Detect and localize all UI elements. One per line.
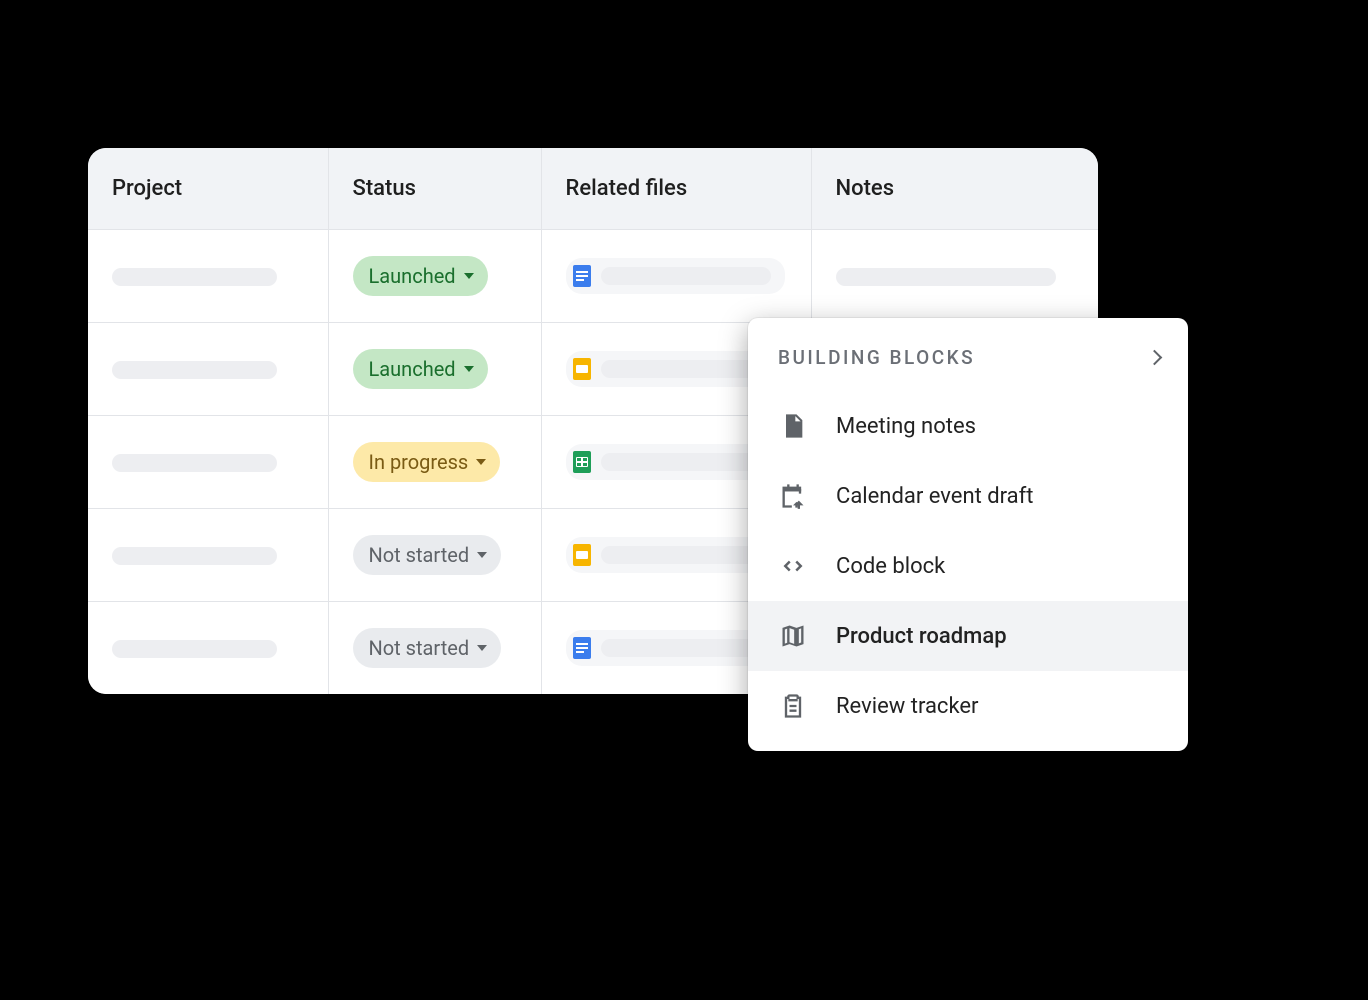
calendar-icon — [778, 481, 808, 511]
placeholder-text — [112, 454, 277, 472]
status-cell[interactable]: In progress — [328, 416, 541, 509]
menu-item-label: Product roadmap — [836, 624, 1007, 649]
chevron-right-icon[interactable] — [1147, 350, 1163, 366]
table-row: Launched — [88, 230, 1098, 323]
chevron-down-icon — [464, 366, 474, 372]
menu-item-label: Meeting notes — [836, 414, 976, 439]
placeholder-text — [112, 640, 277, 658]
status-chip[interactable]: Not started — [353, 628, 502, 668]
status-cell[interactable]: Not started — [328, 509, 541, 602]
chevron-down-icon — [477, 645, 487, 651]
menu-item-code-block[interactable]: Code block — [748, 531, 1188, 601]
placeholder-text — [601, 639, 771, 657]
column-header-status[interactable]: Status — [328, 148, 541, 230]
placeholder-text — [601, 546, 771, 564]
placeholder-text — [112, 268, 277, 286]
file-chip[interactable] — [566, 258, 785, 294]
menu-item-label: Code block — [836, 554, 945, 579]
placeholder-text — [601, 453, 771, 471]
status-chip[interactable]: In progress — [353, 442, 501, 482]
column-header-notes[interactable]: Notes — [811, 148, 1098, 230]
menu-item-label: Calendar event draft — [836, 484, 1034, 509]
popover-title: BUILDING BLOCKS — [778, 346, 975, 369]
status-cell[interactable]: Not started — [328, 602, 541, 695]
related-files-cell[interactable] — [541, 230, 811, 323]
code-icon — [778, 551, 808, 581]
status-label: In progress — [369, 450, 469, 474]
page-icon — [778, 411, 808, 441]
chevron-down-icon — [464, 273, 474, 279]
notes-cell[interactable] — [811, 230, 1098, 323]
chevron-down-icon — [477, 552, 487, 558]
menu-item-product-roadmap[interactable]: Product roadmap — [748, 601, 1188, 671]
status-chip[interactable]: Launched — [353, 256, 488, 296]
map-icon — [778, 621, 808, 651]
project-cell[interactable] — [88, 323, 328, 416]
status-chip[interactable]: Not started — [353, 535, 502, 575]
status-cell[interactable]: Launched — [328, 230, 541, 323]
status-label: Not started — [369, 543, 470, 567]
placeholder-text — [112, 547, 277, 565]
clipboard-icon — [778, 691, 808, 721]
sheets-file-icon — [573, 451, 591, 473]
menu-item-review-tracker[interactable]: Review tracker — [748, 671, 1188, 741]
project-cell[interactable] — [88, 230, 328, 323]
project-cell[interactable] — [88, 602, 328, 695]
status-label: Launched — [369, 357, 456, 381]
docs-file-icon — [573, 637, 591, 659]
project-cell[interactable] — [88, 416, 328, 509]
placeholder-text — [601, 360, 771, 378]
slides-file-icon — [573, 358, 591, 380]
project-cell[interactable] — [88, 509, 328, 602]
placeholder-text — [601, 267, 771, 285]
building-blocks-popover: BUILDING BLOCKS Meeting notes Calendar ev… — [748, 318, 1188, 751]
status-label: Not started — [369, 636, 470, 660]
status-cell[interactable]: Launched — [328, 323, 541, 416]
placeholder-text — [112, 361, 277, 379]
column-header-related-files[interactable]: Related files — [541, 148, 811, 230]
placeholder-text — [836, 268, 1056, 286]
menu-item-calendar-event-draft[interactable]: Calendar event draft — [748, 461, 1188, 531]
status-label: Launched — [369, 264, 456, 288]
slides-file-icon — [573, 544, 591, 566]
column-header-project[interactable]: Project — [88, 148, 328, 230]
chevron-down-icon — [476, 459, 486, 465]
status-chip[interactable]: Launched — [353, 349, 488, 389]
docs-file-icon — [573, 265, 591, 287]
menu-item-label: Review tracker — [836, 694, 979, 719]
menu-item-meeting-notes[interactable]: Meeting notes — [748, 391, 1188, 461]
popover-header: BUILDING BLOCKS — [748, 336, 1188, 391]
